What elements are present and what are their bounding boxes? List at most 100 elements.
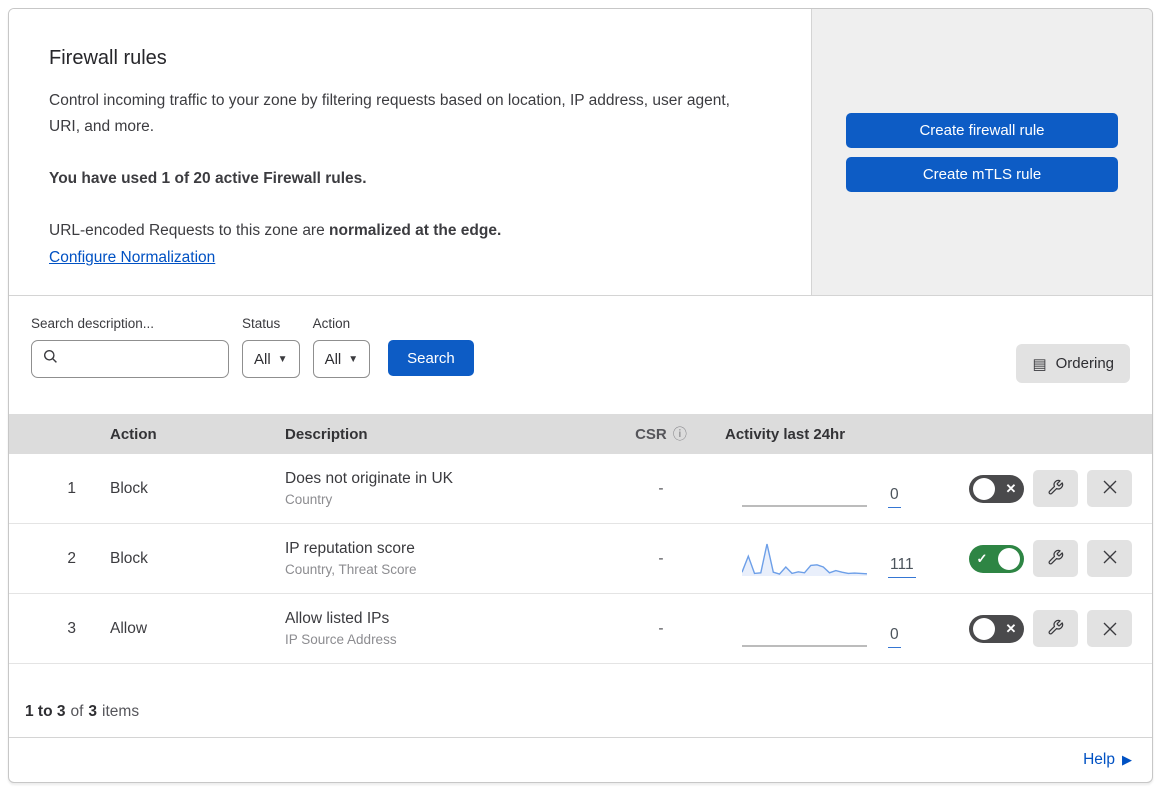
create-mtls-rule-button[interactable]: Create mTLS rule xyxy=(846,156,1118,192)
rule-controls: ✓ ✕ xyxy=(961,470,1144,507)
activity-sparkline xyxy=(742,543,867,576)
create-firewall-rule-button[interactable]: Create firewall rule xyxy=(846,112,1118,148)
list-icon: ▤ xyxy=(1032,355,1047,373)
rule-csr: - xyxy=(658,619,664,637)
rule-priority: 2 xyxy=(67,549,76,567)
search-label: Search description... xyxy=(31,316,155,331)
normalization-bold: normalized at the edge. xyxy=(329,221,502,239)
status-select[interactable]: All ▼ xyxy=(242,340,300,378)
header-section: Firewall rules Control incoming traffic … xyxy=(9,9,1152,296)
status-group: Status All ▼ xyxy=(242,316,300,378)
close-icon xyxy=(1102,549,1118,568)
rule-criteria: Country, Threat Score xyxy=(285,562,417,577)
firewall-rules-panel: Firewall rules Control incoming traffic … xyxy=(8,8,1153,783)
rule-action: Block xyxy=(110,549,148,567)
rule-description: IP reputation score xyxy=(285,540,415,557)
rule-description-cell: Does not originate in UK Country xyxy=(276,470,606,507)
help-arrow-icon: ▶ xyxy=(1122,752,1132,767)
rule-action: Block xyxy=(110,479,148,497)
close-icon xyxy=(1103,622,1116,635)
rule-description-cell: IP reputation score Country, Threat Scor… xyxy=(276,540,606,577)
chevron-down-icon: ▼ xyxy=(277,353,288,365)
col-description: Description xyxy=(285,425,368,443)
usage-note: You have used 1 of 20 active Firewall ru… xyxy=(49,170,367,188)
activity-count-link[interactable]: 0 xyxy=(888,486,901,508)
close-icon xyxy=(1102,479,1118,498)
wrench-icon xyxy=(1047,619,1064,639)
table-footer: 1 to 3 of 3 items xyxy=(9,664,1152,737)
activity-count-link[interactable]: 111 xyxy=(888,556,916,578)
rule-priority: 3 xyxy=(67,619,76,637)
ordering-button[interactable]: ▤ Ordering xyxy=(1016,344,1130,383)
col-csr: CSR ⓘ xyxy=(606,424,716,444)
status-label: Status xyxy=(242,316,281,331)
help-label: Help xyxy=(1083,751,1115,768)
table-row: 1 Block Does not originate in UK Country… xyxy=(9,454,1152,524)
activity-sparkline xyxy=(742,504,867,507)
toggle-knob xyxy=(973,617,995,640)
toggle-knob xyxy=(973,477,995,500)
rule-priority: 1 xyxy=(67,479,76,497)
table-row: 2 Block IP reputation score Country, Thr… xyxy=(9,524,1152,594)
action-label: Action xyxy=(312,316,351,331)
rule-activity-cell: 0 xyxy=(716,470,961,508)
rule-activity-cell: 0 xyxy=(716,610,961,648)
info-icon[interactable]: ⓘ xyxy=(673,426,687,442)
page-title: Firewall rules xyxy=(49,47,167,69)
rule-description: Does not originate in UK xyxy=(285,470,454,487)
search-icon xyxy=(43,349,58,369)
items-total: 3 xyxy=(88,703,98,720)
rule-enabled-toggle[interactable]: ✓ ✕ xyxy=(969,544,1024,573)
rule-csr: - xyxy=(658,549,664,567)
rule-enabled-toggle[interactable]: ✓ ✕ xyxy=(969,474,1024,503)
rule-csr: - xyxy=(658,479,664,497)
edit-rule-button[interactable] xyxy=(1033,610,1078,647)
col-csr-label: CSR xyxy=(635,426,667,443)
status-selected-value: All xyxy=(254,350,271,368)
rule-criteria: Country xyxy=(285,492,333,507)
search-button[interactable]: Search xyxy=(388,340,474,376)
page-description: Control incoming traffic to your zone by… xyxy=(49,92,730,135)
rule-description-cell: Allow listed IPs IP Source Address xyxy=(276,610,606,647)
rule-controls: ✓ ✕ xyxy=(961,540,1144,577)
chevron-down-icon: ▼ xyxy=(348,353,359,365)
action-selected-value: All xyxy=(324,350,342,368)
col-action: Action xyxy=(110,425,157,443)
table-header: Action Description CSR ⓘ Activity last 2… xyxy=(9,414,1152,454)
activity-sparkline xyxy=(742,644,867,647)
check-icon: ✓ xyxy=(976,550,988,566)
delete-rule-button[interactable] xyxy=(1087,470,1132,507)
of-text: of xyxy=(70,703,84,720)
rule-controls: ✓ ✕ xyxy=(961,610,1144,647)
col-activity: Activity last 24hr xyxy=(725,425,846,443)
edit-rule-button[interactable] xyxy=(1033,540,1078,577)
filter-bar: Search description... Status All ▼ Actio… xyxy=(9,296,1152,414)
help-bar: Help ▶ xyxy=(9,737,1152,782)
edit-rule-button[interactable] xyxy=(1033,470,1078,507)
toggle-knob xyxy=(998,547,1020,570)
help-link[interactable]: Help ▶ xyxy=(1083,751,1132,769)
delete-rule-button[interactable] xyxy=(1087,540,1132,577)
normalization-prefix: URL-encoded Requests to this zone are xyxy=(49,221,330,239)
wrench-icon xyxy=(1047,549,1064,569)
rule-criteria: IP Source Address xyxy=(285,632,397,647)
action-group: Action All ▼ xyxy=(312,316,371,378)
intro-card: Firewall rules Control incoming traffic … xyxy=(9,9,812,295)
configure-normalization-link[interactable]: Configure Normalization xyxy=(49,249,215,267)
table-row: 3 Allow Allow listed IPs IP Source Addre… xyxy=(9,594,1152,664)
actions-panel: Create firewall rule Create mTLS rule xyxy=(812,9,1152,295)
search-input-box[interactable] xyxy=(31,340,264,378)
search-group: Search description... xyxy=(31,316,264,378)
items-text: items xyxy=(102,703,140,720)
activity-count-link[interactable]: 0 xyxy=(888,626,901,648)
wrench-icon xyxy=(1047,479,1064,499)
cross-icon: ✕ xyxy=(1005,480,1017,496)
delete-rule-button[interactable] xyxy=(1087,610,1132,647)
action-select[interactable]: All ▼ xyxy=(312,340,371,378)
search-input[interactable] xyxy=(65,341,264,377)
normalization-note: URL-encoded Requests to this zone are no… xyxy=(49,218,771,244)
rule-enabled-toggle[interactable]: ✓ ✕ xyxy=(969,614,1024,643)
items-range: 1 to 3 xyxy=(25,703,66,720)
rule-activity-cell: 111 xyxy=(716,540,961,578)
ordering-button-label: Ordering xyxy=(1055,355,1114,372)
